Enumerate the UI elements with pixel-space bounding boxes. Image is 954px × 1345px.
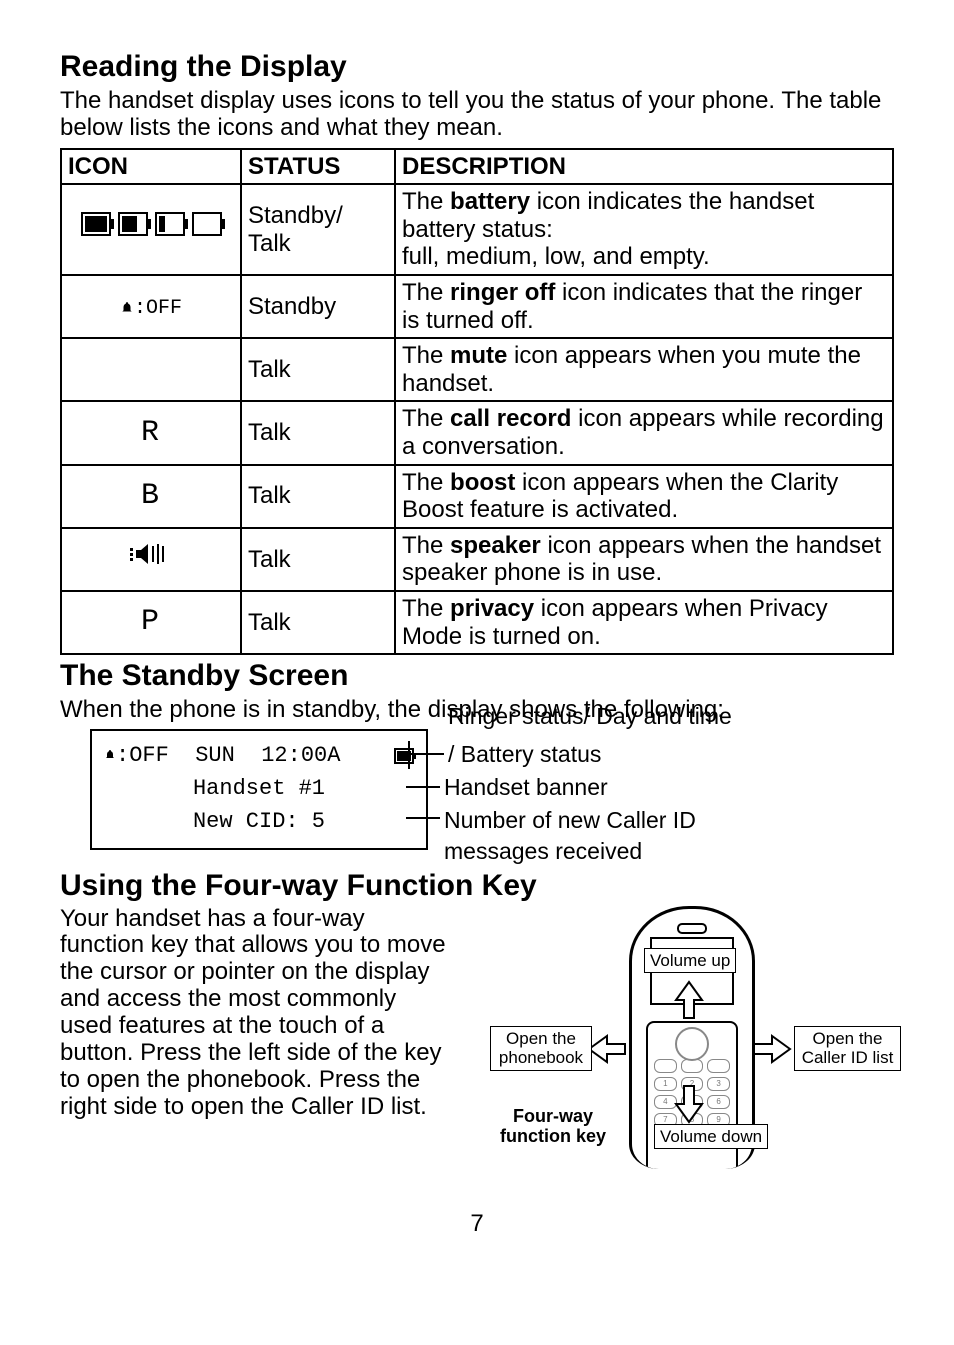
table-row: :OFF StandbyThe ringer off icon indicates… [61, 275, 893, 338]
icon-cell [61, 528, 241, 591]
label-volume-up: Volume up [644, 948, 736, 974]
intro-reading-display: The handset display uses icons to tell y… [60, 87, 894, 142]
battery-icon [394, 748, 414, 764]
standby-callouts: Ringer status/ Day and time/ Battery sta… [444, 701, 732, 867]
callout-new-cid: Number of new Caller IDmessages received [444, 805, 732, 867]
th-status: STATUS [241, 149, 395, 185]
status-cell: Standby/Talk [241, 184, 395, 275]
letter-icon: P [141, 605, 161, 639]
status-cell: Talk [241, 465, 395, 528]
lcd-line2: Handset #1 [104, 772, 414, 805]
description-cell: The battery icon indicates the handset b… [395, 184, 893, 275]
arrow-down-icon [674, 1084, 704, 1124]
lcd-line1-day: SUN [195, 743, 235, 768]
description-cell: The mute icon appears when you mute the … [395, 338, 893, 401]
lcd-line1-prefix: :OFF [116, 743, 169, 768]
description-cell: The privacy icon appears when Privacy Mo… [395, 591, 893, 654]
speaker-icon [128, 540, 174, 568]
status-cell: Talk [241, 528, 395, 591]
icon-cell: R [61, 401, 241, 464]
th-icon: ICON [61, 149, 241, 185]
icon-cell: :OFF [61, 275, 241, 338]
description-cell: The ringer off icon indicates that the r… [395, 275, 893, 338]
icon-table: ICON STATUS DESCRIPTION Standby/TalkThe … [60, 148, 894, 656]
fourway-body: Your handset has a four-way function key… [60, 906, 454, 1121]
table-row: Standby/TalkThe battery icon indicates t… [61, 184, 893, 275]
label-open-phonebook: Open the phonebook [490, 1026, 592, 1071]
bell-icon [104, 749, 116, 761]
heading-reading-display: Reading the Display [60, 50, 894, 85]
arrow-right-icon [752, 1034, 792, 1064]
battery-levels-icon [81, 212, 222, 236]
lcd-line1-time: 12:00A [261, 743, 340, 768]
standby-diagram: :OFF SUN 12:00A Handset #1 New CID: 5 Ri… [90, 729, 894, 867]
letter-icon: B [141, 479, 161, 513]
icon-cell [61, 184, 241, 275]
status-cell: Standby [241, 275, 395, 338]
fourway-figure: 123 456 789 Volume up Volume down Open t… [474, 906, 894, 1186]
icon-cell [61, 338, 241, 401]
table-row: P TalkThe privacy icon appears when Priva… [61, 591, 893, 654]
callout-handset-banner: Handset banner [444, 772, 732, 803]
arrow-left-icon [587, 1034, 627, 1064]
table-row: B TalkThe boost icon appears when the Cla… [61, 465, 893, 528]
status-cell: Talk [241, 591, 395, 654]
label-volume-down: Volume down [654, 1124, 768, 1150]
label-open-cid: Open the Caller ID list [794, 1026, 901, 1071]
arrow-up-icon [674, 980, 704, 1020]
lcd-line3: New CID: 5 [104, 805, 414, 838]
icon-cell: B [61, 465, 241, 528]
description-cell: The call record icon appears while recor… [395, 401, 893, 464]
table-row: TalkThe mute icon appears when you mute … [61, 338, 893, 401]
table-row: TalkThe speaker icon appears when the ha… [61, 528, 893, 591]
ringer-off-icon: :OFF [120, 297, 182, 320]
fourway-caption: Four-way function key [498, 1106, 608, 1147]
letter-icon: R [141, 416, 161, 450]
callout-ringer-battery: Ringer status/ Day and time/ Battery sta… [448, 701, 732, 770]
lcd-screen: :OFF SUN 12:00A Handset #1 New CID: 5 [90, 729, 428, 850]
heading-standby-screen: The Standby Screen [60, 659, 894, 694]
heading-fourway: Using the Four-way Function Key [60, 869, 894, 904]
description-cell: The speaker icon appears when the handse… [395, 528, 893, 591]
page-number: 7 [60, 1210, 894, 1238]
status-cell: Talk [241, 338, 395, 401]
th-description: DESCRIPTION [395, 149, 893, 185]
description-cell: The boost icon appears when the Clarity … [395, 465, 893, 528]
status-cell: Talk [241, 401, 395, 464]
table-row: R TalkThe call record icon appears while … [61, 401, 893, 464]
icon-cell: P [61, 591, 241, 654]
